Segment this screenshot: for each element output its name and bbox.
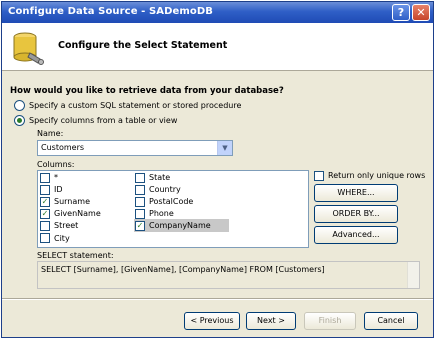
column-label-givenname: GivenName — [54, 209, 101, 218]
configure-data-source-dialog: Configure Data Source - SADemoDB ? ✕ Con… — [1, 1, 434, 338]
column-label-star: * — [54, 173, 58, 182]
where-button[interactable]: WHERE... — [314, 184, 398, 202]
footer-separator — [2, 298, 433, 300]
unique-rows-label: Return only unique rows — [328, 171, 426, 180]
previous-button[interactable]: < Previous — [184, 312, 240, 330]
unique-rows-checkbox[interactable] — [314, 171, 324, 181]
column-label-city: City — [54, 234, 70, 243]
chevron-down-icon[interactable]: ▼ — [217, 141, 232, 155]
column-checkbox-state[interactable] — [135, 173, 145, 183]
column-label-phone: Phone — [149, 209, 174, 218]
column-label-postalcode: PostalCode — [149, 197, 194, 206]
column-label-street: Street — [54, 221, 79, 230]
advanced-button[interactable]: Advanced... — [314, 226, 398, 244]
column-checkbox-city[interactable] — [40, 233, 50, 243]
columns-label: Columns: — [37, 160, 75, 169]
name-label: Name: — [37, 129, 64, 138]
help-button[interactable]: ? — [392, 4, 410, 21]
column-checkbox-postalcode[interactable] — [135, 197, 145, 207]
column-label-country: Country — [149, 185, 181, 194]
cancel-button[interactable]: Cancel — [364, 312, 418, 330]
column-checkbox-givenname[interactable]: ✓ — [40, 209, 50, 219]
table-name-value: Customers — [41, 143, 85, 152]
table-view-radio[interactable] — [14, 115, 25, 126]
column-label-companyname: CompanyName — [149, 221, 211, 230]
column-checkbox-id[interactable] — [40, 185, 50, 195]
custom-sql-radio[interactable] — [14, 100, 25, 111]
title-bar[interactable]: Configure Data Source - SADemoDB ? ✕ — [2, 2, 433, 23]
select-statement-box[interactable]: SELECT [Surname], [GivenName], [CompanyN… — [37, 261, 420, 289]
next-button[interactable]: Next > — [246, 312, 296, 330]
custom-sql-radio-label: Specify a custom SQL statement or stored… — [29, 101, 242, 110]
question-label: How would you like to retrieve data from… — [10, 86, 284, 96]
table-name-dropdown[interactable]: Customers ▼ — [37, 140, 233, 156]
database-icon — [13, 32, 44, 65]
page-heading: Configure the Select Statement — [58, 40, 228, 51]
column-label-id: ID — [54, 185, 63, 194]
column-label-state: State — [149, 173, 171, 182]
wizard-header: Configure the Select Statement — [2, 23, 433, 71]
select-statement-label: SELECT statement: — [37, 251, 114, 260]
table-view-radio-label: Specify columns from a table or view — [29, 116, 178, 125]
window-title: Configure Data Source - SADemoDB — [8, 6, 214, 17]
column-checkbox-phone[interactable] — [135, 209, 145, 219]
columns-list[interactable]: * ID ✓ Surname ✓ GivenName Street City S… — [37, 170, 309, 248]
column-checkbox-companyname[interactable]: ✓ — [135, 221, 145, 231]
select-statement-text: SELECT [Surname], [GivenName], [CompanyN… — [41, 265, 325, 274]
scrollbar[interactable] — [407, 262, 419, 288]
finish-button[interactable]: Finish — [304, 312, 356, 330]
order-by-button[interactable]: ORDER BY... — [314, 205, 398, 223]
column-checkbox-star[interactable] — [40, 173, 50, 183]
column-checkbox-country[interactable] — [135, 185, 145, 195]
close-button[interactable]: ✕ — [412, 4, 430, 21]
column-checkbox-surname[interactable]: ✓ — [40, 197, 50, 207]
column-checkbox-street[interactable] — [40, 221, 50, 231]
column-label-surname: Surname — [54, 197, 90, 206]
